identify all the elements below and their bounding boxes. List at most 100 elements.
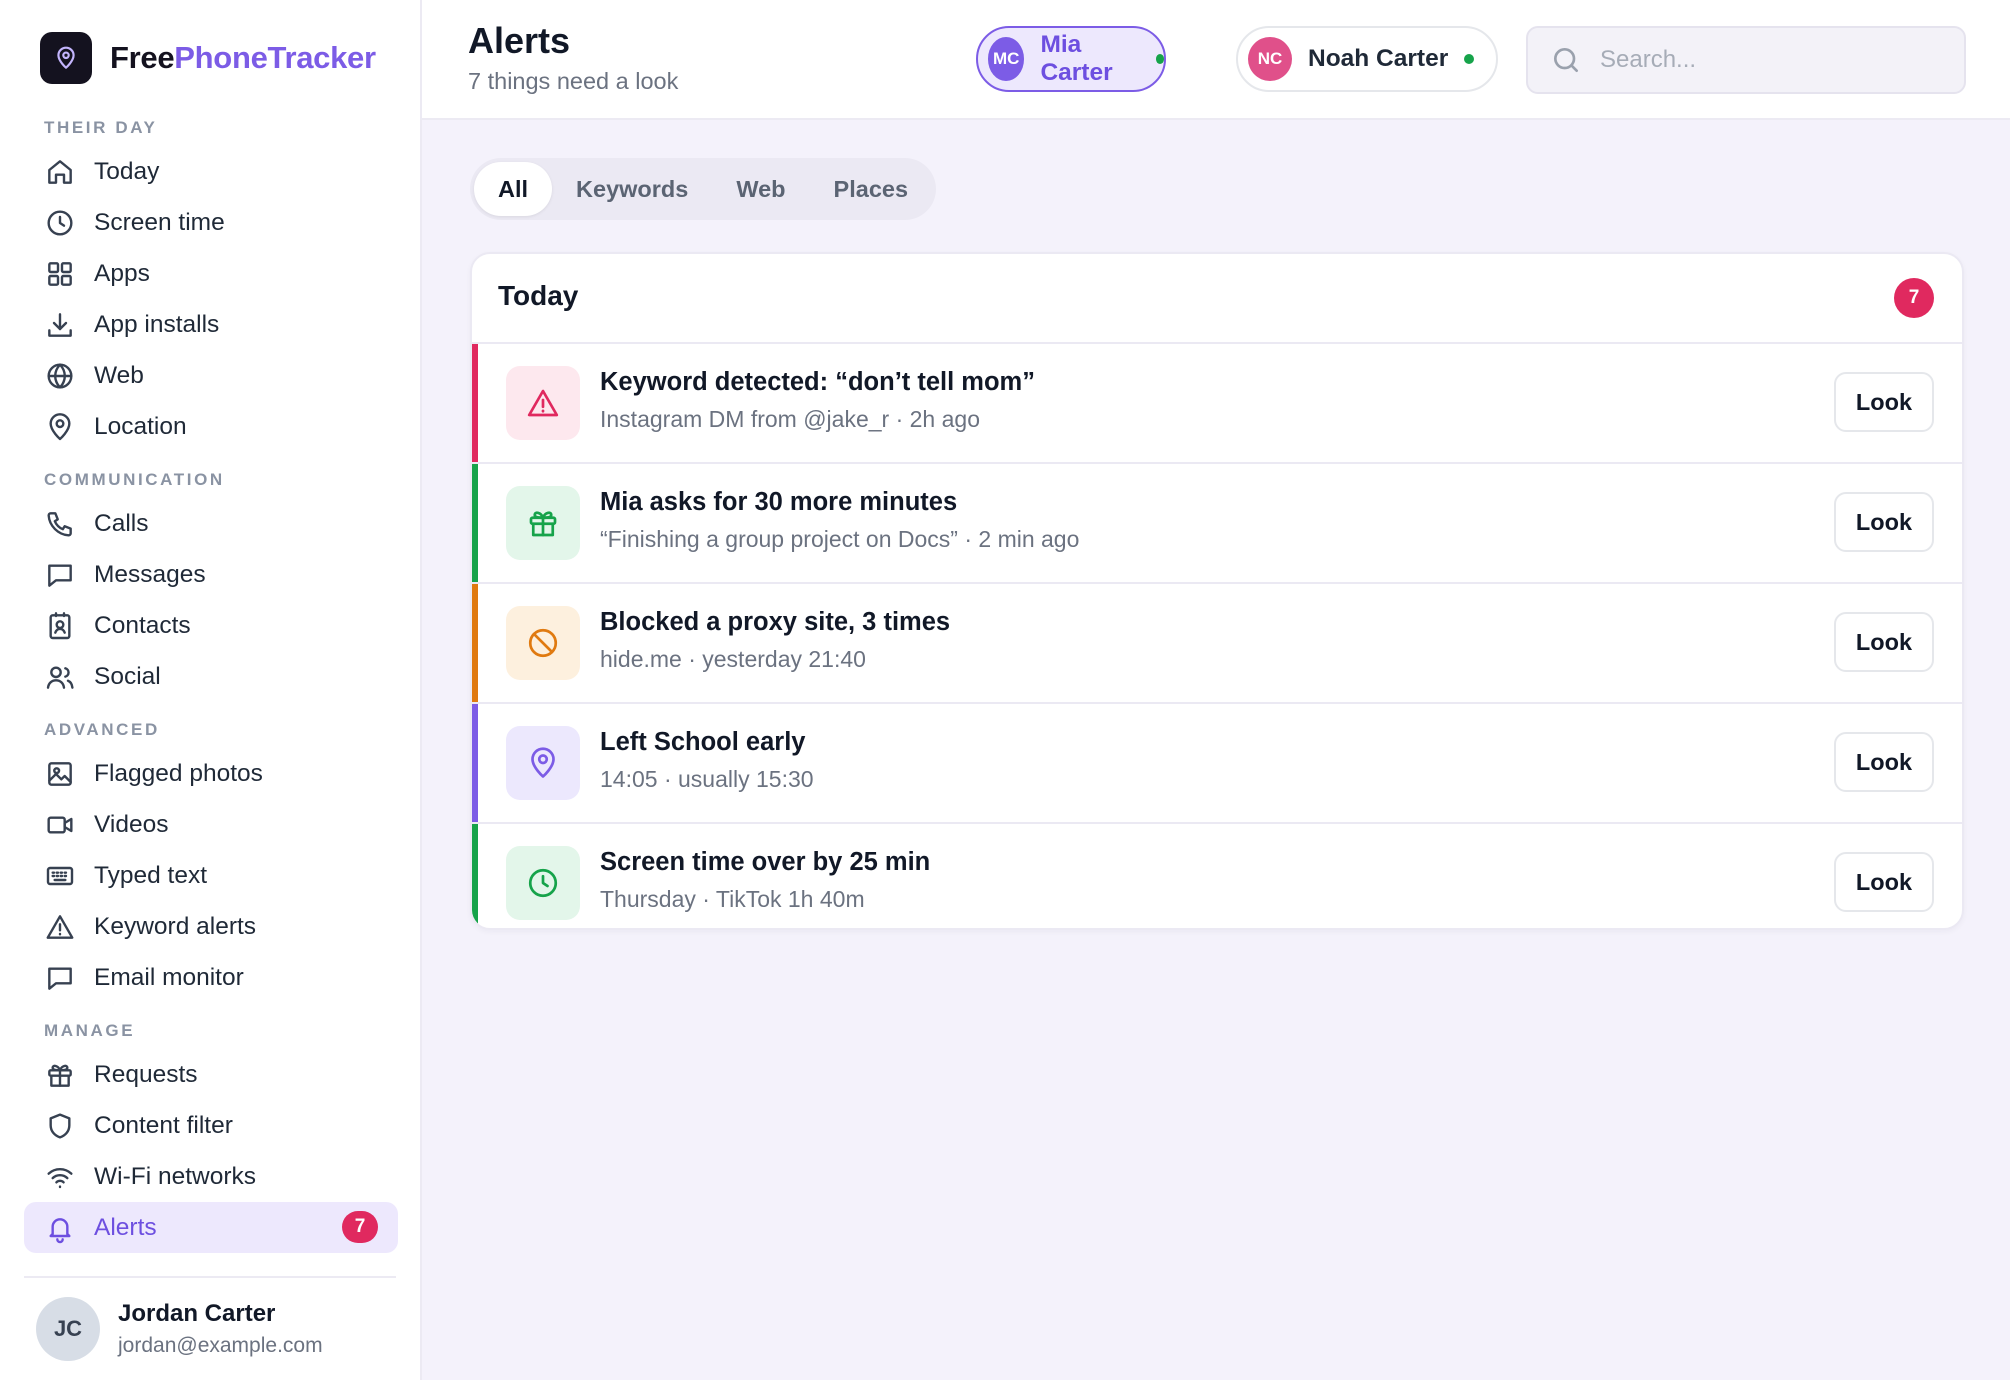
tab-web[interactable]: Web [712,162,809,216]
sidebar-item-requests[interactable]: Requests [24,1049,398,1100]
sidebar-item-typed-text[interactable]: Typed text [24,850,398,901]
sidebar-item-messages[interactable]: Messages [24,549,398,600]
sidebar-item-web[interactable]: Web [24,350,398,401]
sidebar-item-label: Today [94,157,160,185]
tab-all[interactable]: All [474,162,553,216]
online-status-dot [1155,54,1164,64]
child-switcher-noah[interactable]: NC Noah Carter [1236,26,1498,92]
alert-subtitle: 14:05 · usually 15:30 [600,766,814,792]
phone-icon [44,508,76,540]
nav-section-title: THEIR DAY [44,118,158,137]
warning-icon [506,366,580,440]
look-button[interactable]: Look [1834,612,1934,672]
sidebar-item-screen-time[interactable]: Screen time [24,197,398,248]
sidebar-item-contacts[interactable]: Contacts [24,600,398,651]
child-name: Mia Carter [1040,31,1113,86]
tab-keywords[interactable]: Keywords [552,162,712,216]
home-icon [44,156,76,188]
child-name: Noah Carter [1308,45,1449,72]
alert-count-badge: 7 [1894,278,1934,318]
user-profile[interactable]: JC Jordan Carter jordan@example.com [36,1297,323,1361]
sidebar-item-label: Flagged photos [94,759,263,787]
sidebar-item-label: Content filter [94,1111,233,1139]
tab-places[interactable]: Places [810,162,932,216]
sidebar-item-social[interactable]: Social [24,651,398,702]
alert-accent-bar [472,824,478,928]
child-switcher-mia[interactable]: MC Mia Carter [976,26,1166,92]
alert-item[interactable]: Mia asks for 30 more minutes “Finishing a… [472,464,1962,584]
sidebar-item-label: App installs [94,310,220,338]
alert-subtitle: hide.me · yesterday 21:40 [600,646,866,672]
sidebar-item-calls[interactable]: Calls [24,498,398,549]
alert-count-badge: 7 [342,1211,378,1243]
alert-item[interactable]: Screen time over by 25 min Thursday · Tik… [472,824,1962,928]
alert-subtitle: “Finishing a group project on Docs” · 2 … [600,526,1080,552]
grid-icon [44,258,76,290]
sidebar-item-label: Alerts [94,1213,157,1241]
sidebar-nav: THEIR DAY Today Screen time Apps App install… [24,110,398,1253]
alert-item[interactable]: Left School early 14:05 · usually 15:30 Lo… [472,704,1962,824]
alert-accent-bar [472,464,478,582]
filter-tabs: All Keywords Web Places [470,158,937,220]
online-status-dot [1464,54,1475,64]
sidebar-item-today[interactable]: Today [24,146,398,197]
map-pin-icon [506,726,580,800]
sidebar-item-label: Social [94,662,161,690]
alert-subtitle: Thursday · TikTok 1h 40m [600,886,865,912]
alert-item[interactable]: Keyword detected: “don’t tell mom” Instag… [472,344,1962,464]
logo-pin-icon [40,32,92,84]
nav-section-title: MANAGE [44,1021,136,1040]
user-name: Jordan Carter [118,1300,276,1327]
sidebar-item-content-filter[interactable]: Content filter [24,1100,398,1151]
alert-item[interactable]: Blocked a proxy site, 3 times hide.me · y… [472,584,1962,704]
warning-icon [44,911,76,943]
sidebar-item-label: Email monitor [94,963,244,991]
look-button[interactable]: Look [1834,852,1934,912]
sidebar-item-label: Apps [94,259,150,287]
sidebar-item-alerts[interactable]: Alerts 7 [24,1202,398,1253]
sidebar-item-label: Requests [94,1060,198,1088]
alert-title: Keyword detected: “don’t tell mom” [600,368,1035,396]
sidebar-item-label: Videos [94,810,169,838]
clock-icon [506,846,580,920]
message-icon [44,559,76,591]
alert-title: Left School early [600,728,806,756]
users-icon [44,661,76,693]
panel-header: Today 7 [472,254,1962,344]
avatar: NC [1248,37,1292,81]
bell-icon [44,1212,76,1244]
sidebar-item-label: Keyword alerts [94,912,257,940]
sidebar-item-label: Contacts [94,611,191,639]
message-icon [44,962,76,994]
brand[interactable]: FreePhoneTracker [40,32,376,84]
search-input[interactable] [1598,45,1962,75]
alert-accent-bar [472,584,478,702]
sidebar-item-email-monitor[interactable]: Email monitor [24,952,398,1003]
sidebar: FreePhoneTracker THEIR DAY Today Screen ti… [0,0,422,1380]
look-button[interactable]: Look [1834,372,1934,432]
alert-accent-bar [472,704,478,822]
look-button[interactable]: Look [1834,492,1934,552]
shield-icon [44,1110,76,1142]
user-email: jordan@example.com [118,1334,323,1357]
alerts-panel: Today 7 Keyword detected: “don’t tell mo… [470,252,1964,930]
sidebar-item-videos[interactable]: Videos [24,799,398,850]
image-icon [44,758,76,790]
sidebar-item-flagged-photos[interactable]: Flagged photos [24,748,398,799]
sidebar-item-wi-fi-networks[interactable]: Wi-Fi networks [24,1151,398,1202]
look-button[interactable]: Look [1834,732,1934,792]
sidebar-item-location[interactable]: Location [24,401,398,452]
globe-icon [44,360,76,392]
sidebar-item-keyword-alerts[interactable]: Keyword alerts [24,901,398,952]
sidebar-item-app-installs[interactable]: App installs [24,299,398,350]
alert-list: Keyword detected: “don’t tell mom” Instag… [472,344,1962,928]
sidebar-item-label: Screen time [94,208,225,236]
sidebar-item-label: Calls [94,509,149,537]
contact-card-icon [44,610,76,642]
avatar: MC [988,37,1025,81]
sidebar-item-apps[interactable]: Apps [24,248,398,299]
panel-title: Today [498,280,579,311]
sidebar-item-label: Messages [94,560,206,588]
alert-title: Blocked a proxy site, 3 times [600,608,951,636]
map-pin-icon [44,411,76,443]
